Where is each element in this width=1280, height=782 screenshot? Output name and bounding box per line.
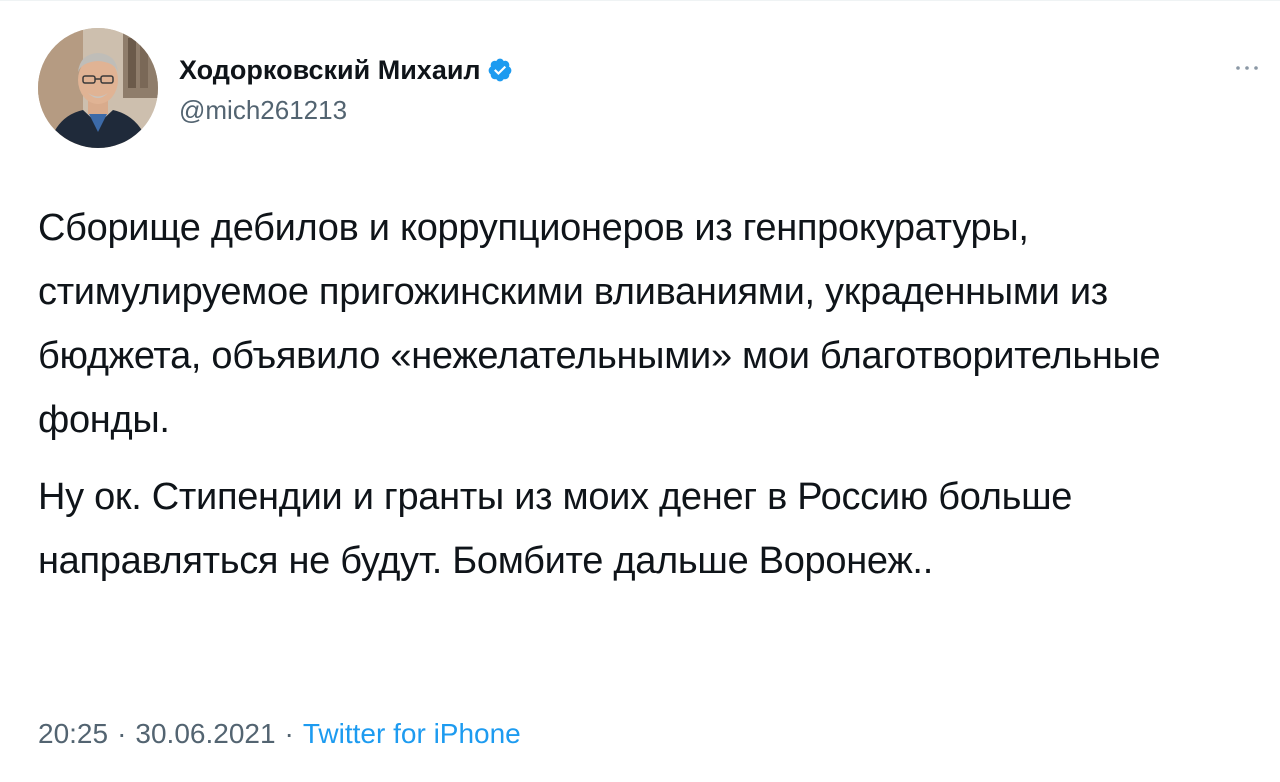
tweet-text: Сборище дебилов и коррупционеров из генп…	[38, 196, 1258, 593]
tweet-date[interactable]: 30.06.2021	[135, 718, 275, 750]
author-display-name[interactable]: Ходорковский Михаил	[179, 55, 481, 86]
more-dots-icon[interactable]	[1230, 58, 1264, 78]
tweet-paragraph-2: Ну ок. Стипендии и гранты из моих денег …	[38, 476, 1073, 582]
tweet-source-link[interactable]: Twitter for iPhone	[303, 718, 521, 750]
avatar[interactable]	[38, 28, 158, 148]
tweet-paragraph-1: Сборище дебилов и коррупционеров из генп…	[38, 207, 1161, 441]
avatar-photo	[38, 28, 158, 148]
meta-separator: ·	[117, 718, 127, 749]
meta-separator: ·	[284, 718, 294, 749]
tweet-time[interactable]: 20:25	[38, 718, 108, 750]
tweet: Ходорковский Михаил @mich261213 Сборище …	[0, 0, 1280, 782]
author-name-row[interactable]: Ходорковский Михаил	[179, 52, 513, 88]
tweet-meta: 20:25 · 30.06.2021 · Twitter for iPhone	[38, 718, 521, 750]
author-handle[interactable]: @mich261213	[179, 95, 347, 126]
verified-badge-icon	[487, 57, 513, 83]
